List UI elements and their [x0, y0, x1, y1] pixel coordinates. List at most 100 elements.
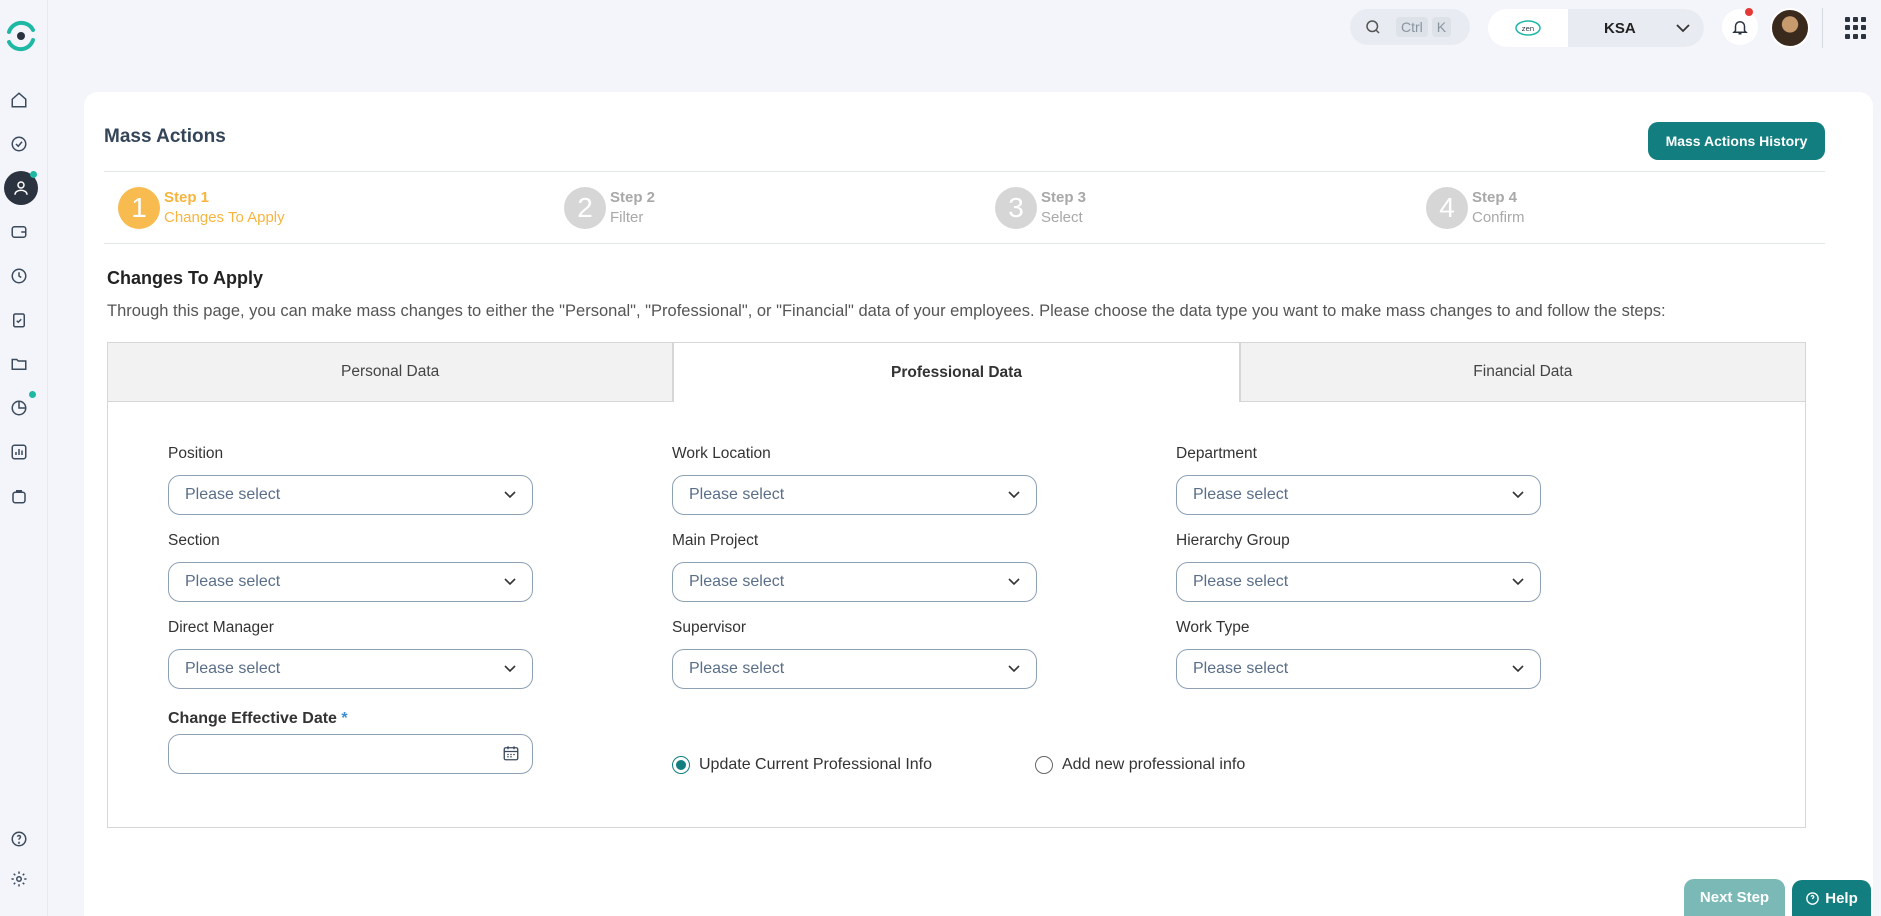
mass-actions-history-button[interactable]: Mass Actions History — [1648, 122, 1825, 160]
select-placeholder: Please select — [185, 486, 281, 503]
search-button[interactable]: Ctrl K — [1350, 9, 1470, 45]
hierarchy-group-select[interactable]: Please select — [1176, 562, 1541, 602]
supervisor-select[interactable]: Please select — [672, 649, 1037, 689]
select-placeholder: Please select — [1193, 573, 1289, 590]
apps-grid-icon[interactable] — [1845, 17, 1867, 39]
search-icon — [1366, 20, 1380, 34]
chevron-down-icon — [1676, 23, 1690, 32]
step-2: 2 Step 2 Filter — [564, 186, 655, 230]
effective-date-label-text: Change Effective Date — [168, 710, 337, 727]
work-type-label: Work Type — [1176, 619, 1250, 636]
help-circle-icon[interactable] — [9, 829, 29, 849]
radio-label: Add new professional info — [1062, 756, 1246, 773]
chevron-down-icon — [1008, 665, 1020, 673]
help-circle-icon — [1806, 891, 1820, 905]
radio-label: Update Current Professional Info — [699, 756, 933, 773]
company-country-selector[interactable]: zen KSA — [1488, 9, 1704, 47]
shortcut-key: K — [1431, 17, 1452, 37]
notifications-button[interactable] — [1722, 9, 1758, 45]
select-placeholder: Please select — [1193, 486, 1289, 503]
step-number: 3 — [995, 187, 1037, 229]
user-avatar[interactable] — [1770, 8, 1810, 48]
update-current-radio[interactable]: Update Current Professional Info — [672, 756, 932, 774]
help-button[interactable]: Help — [1792, 880, 1871, 916]
section-label: Section — [168, 532, 220, 549]
radio-checked[interactable] — [672, 756, 690, 774]
chevron-down-icon — [1512, 491, 1524, 499]
tab-financial-data[interactable]: Financial Data — [1239, 342, 1806, 402]
home-icon[interactable] — [9, 90, 29, 110]
clock-icon[interactable] — [9, 266, 29, 286]
step-number: 4 — [1426, 187, 1468, 229]
effective-date-input[interactable] — [168, 734, 533, 774]
step-label: Step 4 — [1472, 189, 1518, 206]
wallet-icon[interactable] — [9, 222, 29, 242]
clipboard-check-icon[interactable] — [9, 310, 29, 330]
bell-icon — [1732, 21, 1748, 35]
select-placeholder: Please select — [1193, 660, 1289, 677]
step-1: 1 Step 1 Changes To Apply — [118, 186, 285, 230]
radio-unchecked[interactable] — [1035, 756, 1053, 774]
pie-chart-icon[interactable] — [9, 398, 29, 418]
position-select[interactable]: Please select — [168, 475, 533, 515]
reports-notification-dot — [29, 391, 36, 398]
sidebar — [0, 0, 48, 916]
step-number: 1 — [118, 187, 160, 229]
work-location-label: Work Location — [672, 445, 771, 462]
help-label: Help — [1825, 889, 1858, 907]
divider — [104, 243, 1825, 244]
chevron-down-icon — [504, 491, 516, 499]
company-logo: zen — [1488, 9, 1568, 47]
department-select[interactable]: Please select — [1176, 475, 1541, 515]
bag-icon[interactable] — [9, 486, 29, 506]
folder-icon[interactable] — [9, 354, 29, 374]
gear-icon[interactable] — [9, 869, 29, 889]
step-name: Select — [1041, 209, 1083, 226]
work-location-select[interactable]: Please select — [672, 475, 1037, 515]
app-logo[interactable] — [5, 20, 37, 52]
bar-chart-icon[interactable] — [9, 442, 29, 462]
divider — [1822, 8, 1823, 48]
work-type-select[interactable]: Please select — [1176, 649, 1541, 689]
step-name: Filter — [610, 209, 644, 226]
section-title: Changes To Apply — [107, 268, 264, 288]
direct-manager-select[interactable]: Please select — [168, 649, 533, 689]
section-select[interactable]: Please select — [168, 562, 533, 602]
tab-professional-data[interactable]: Professional Data — [673, 342, 1240, 402]
department-label: Department — [1176, 445, 1257, 462]
svg-text:zen: zen — [1522, 25, 1534, 33]
step-4: 4 Step 4 Confirm — [1426, 186, 1525, 230]
hierarchy-group-label: Hierarchy Group — [1176, 532, 1290, 549]
select-placeholder: Please select — [185, 573, 281, 590]
step-label: Step 1 — [164, 189, 210, 206]
select-placeholder: Please select — [689, 486, 785, 503]
chevron-down-icon — [504, 578, 516, 586]
effective-date-label: Change Effective Date * — [168, 710, 348, 728]
main-project-label: Main Project — [672, 532, 759, 549]
select-placeholder: Please select — [689, 573, 785, 590]
chevron-down-icon — [504, 665, 516, 673]
select-placeholder: Please select — [185, 660, 281, 677]
tab-personal-data[interactable]: Personal Data — [107, 342, 674, 402]
step-name: Changes To Apply — [164, 209, 285, 226]
check-circle-icon[interactable] — [9, 134, 29, 154]
chevron-down-icon — [1512, 665, 1524, 673]
main-project-select[interactable]: Please select — [672, 562, 1037, 602]
step-3: 3 Step 3 Select — [995, 186, 1086, 230]
position-label: Position — [168, 445, 224, 462]
divider — [104, 171, 1825, 172]
main-card: Mass Actions Mass Actions History 1 Step… — [84, 92, 1873, 916]
data-type-tabs: Personal Data Professional Data Financia… — [107, 342, 1806, 402]
add-new-radio[interactable]: Add new professional info — [1035, 756, 1245, 774]
employees-notification-dot — [30, 171, 37, 178]
chevron-down-icon — [1008, 491, 1020, 499]
chevron-down-icon — [1512, 578, 1524, 586]
notification-badge — [1745, 8, 1753, 16]
calendar-icon[interactable] — [502, 744, 520, 762]
next-step-button[interactable]: Next Step — [1684, 879, 1785, 916]
select-placeholder: Please select — [689, 660, 785, 677]
direct-manager-label: Direct Manager — [168, 619, 274, 636]
step-name: Confirm — [1472, 209, 1525, 226]
chevron-down-icon — [1008, 578, 1020, 586]
section-description: Through this page, you can make mass cha… — [107, 302, 1666, 320]
